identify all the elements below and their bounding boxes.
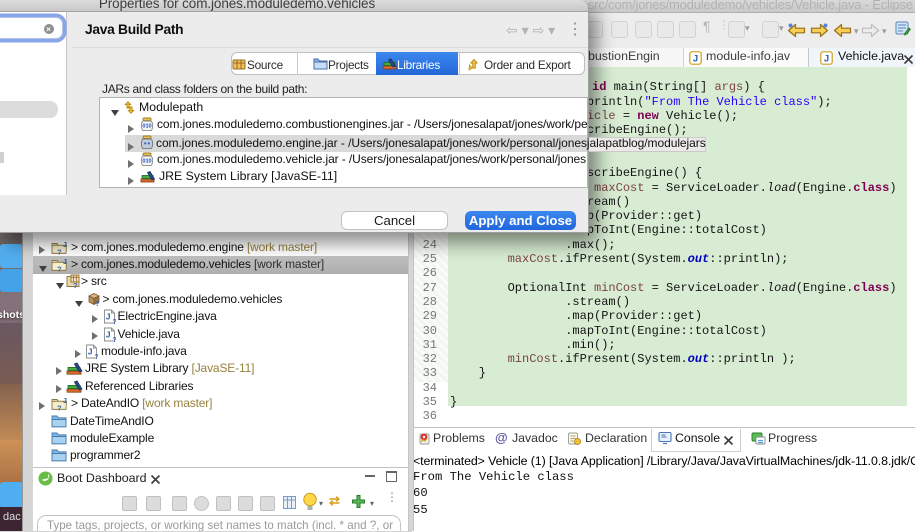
svg-text:J: J <box>63 259 67 266</box>
svg-text:?: ? <box>57 247 62 255</box>
svg-text:J: J <box>824 53 829 64</box>
svg-text:?: ? <box>95 354 99 359</box>
svg-text:J: J <box>693 53 698 64</box>
svg-text:?: ? <box>57 264 62 272</box>
svg-text:?: ? <box>112 336 116 341</box>
svg-text:010: 010 <box>142 124 151 130</box>
svg-text:J: J <box>63 242 67 249</box>
svg-text:?: ? <box>95 299 100 306</box>
svg-text:J: J <box>63 398 67 405</box>
svg-text:010: 010 <box>142 159 151 165</box>
svg-text:J: J <box>105 329 110 339</box>
svg-text:?: ? <box>57 404 62 412</box>
svg-text:J: J <box>105 312 110 322</box>
svg-text:?: ? <box>112 319 116 324</box>
svg-text:?: ? <box>73 281 78 288</box>
svg-text:J: J <box>88 346 93 356</box>
